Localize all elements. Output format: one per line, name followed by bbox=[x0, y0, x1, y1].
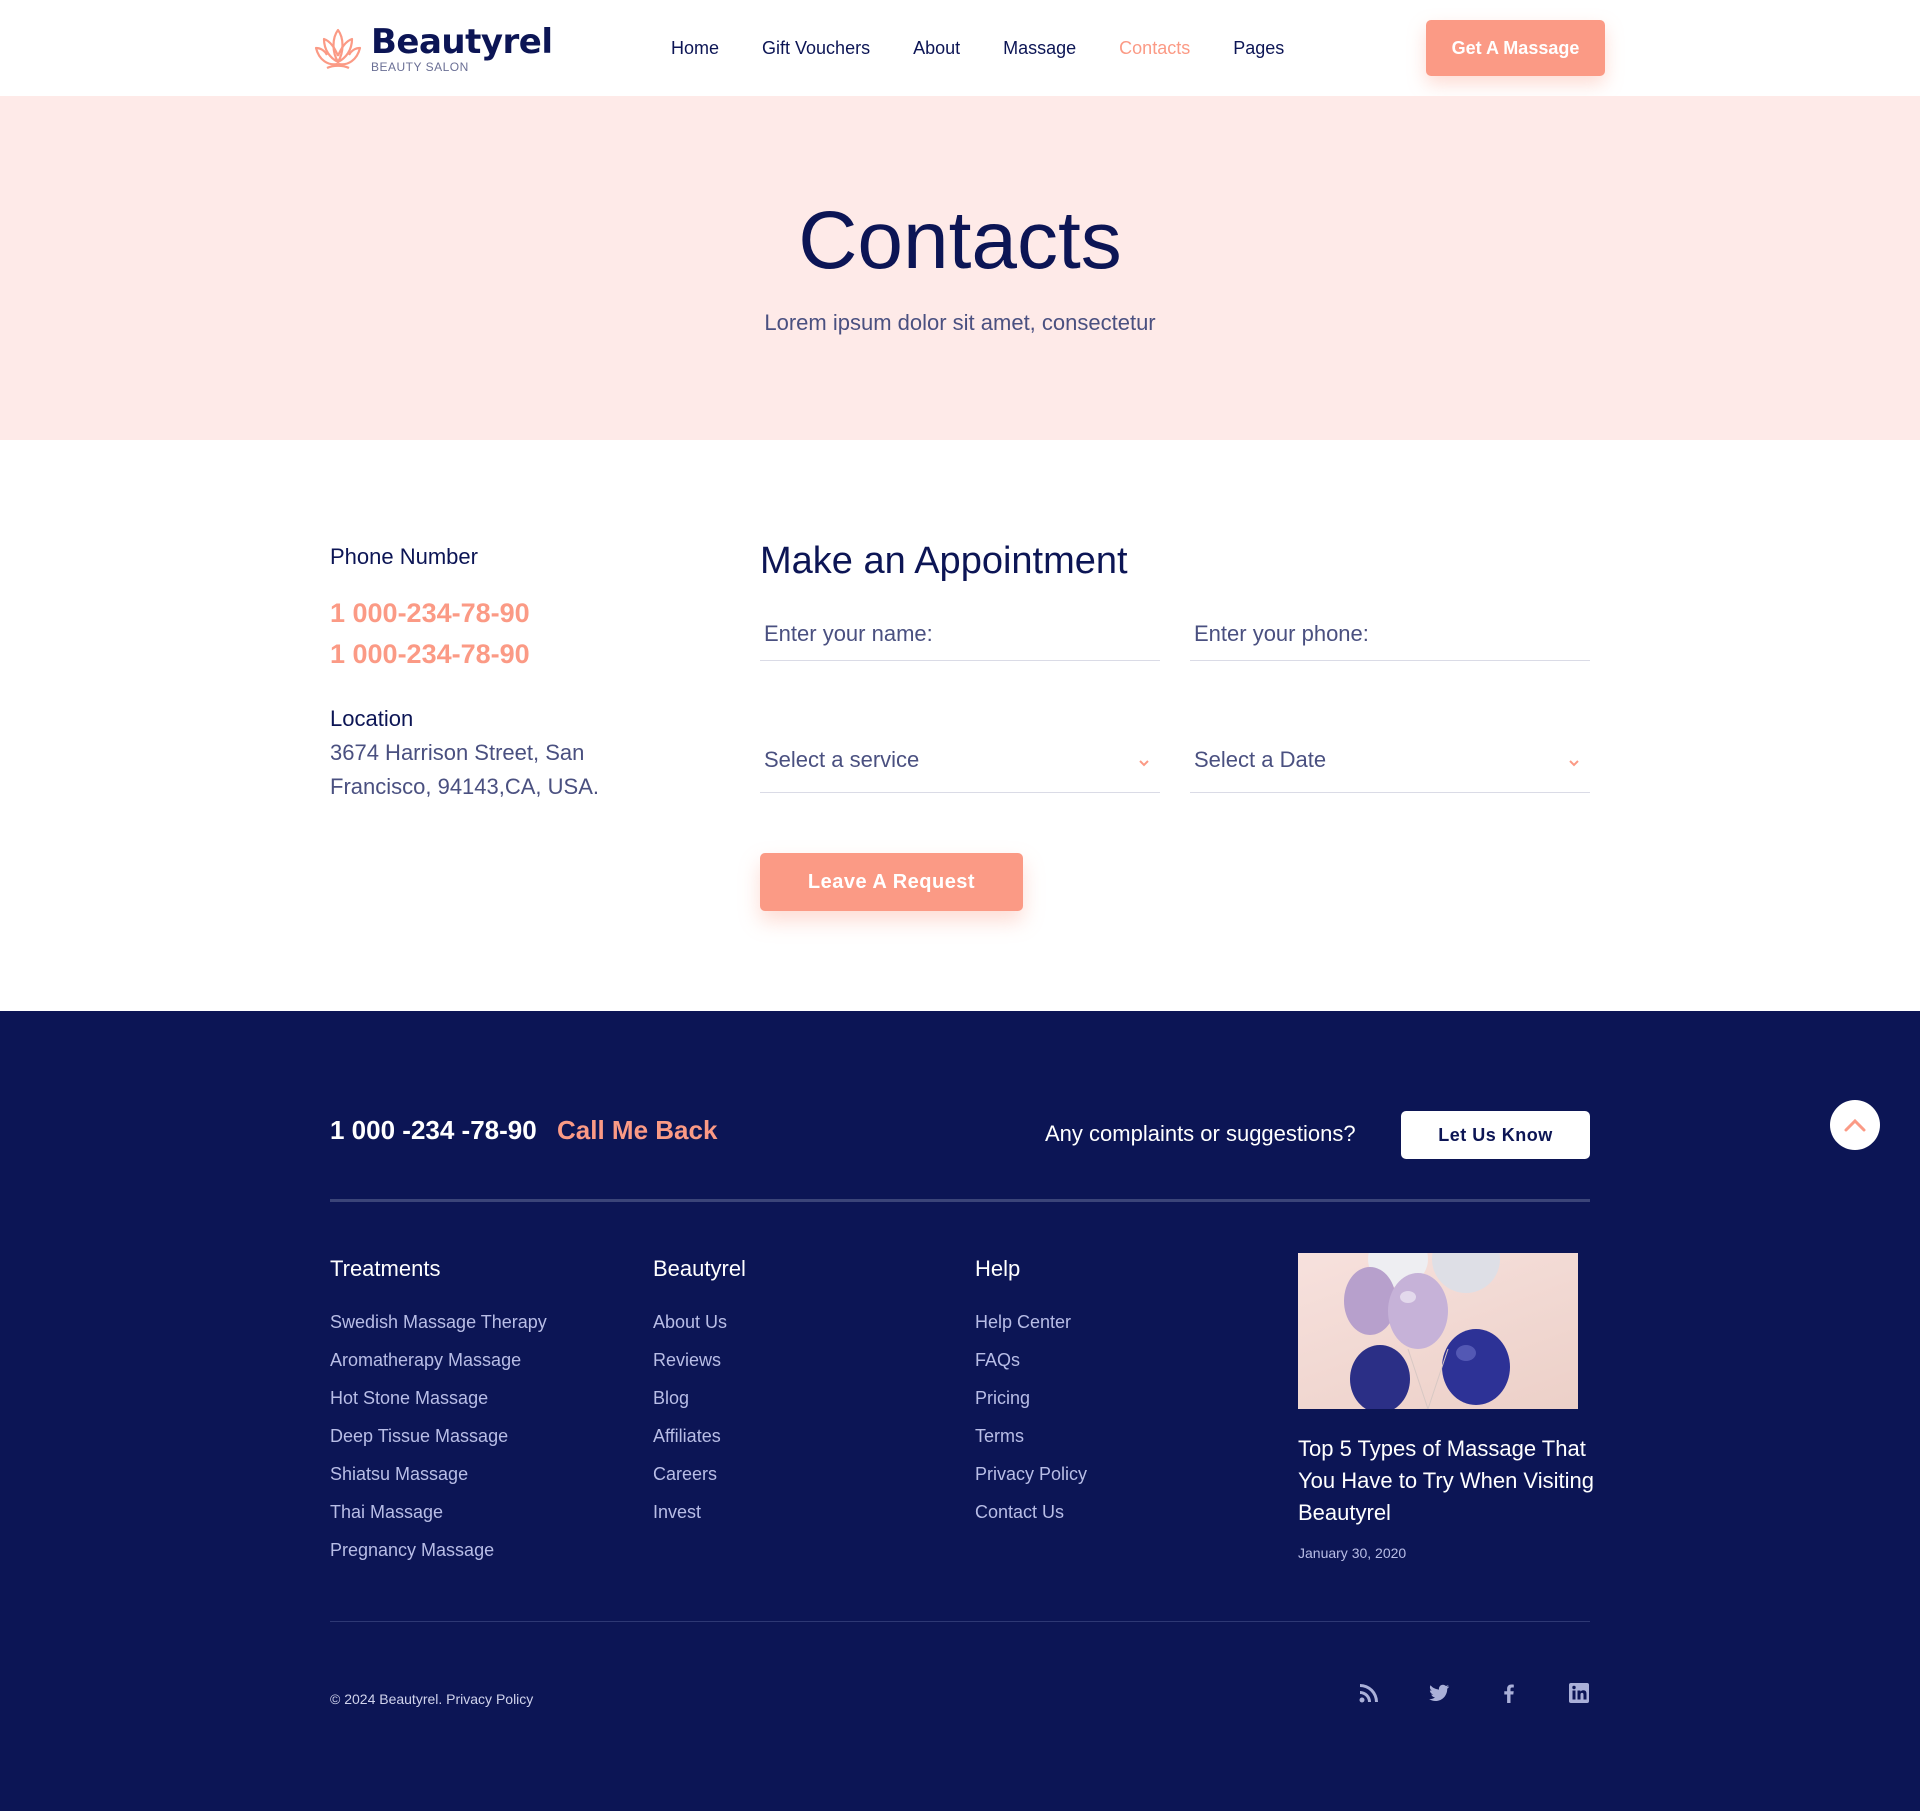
address-line-2: Francisco, 94143,CA, USA. bbox=[330, 774, 600, 799]
linkedin-icon[interactable] bbox=[1567, 1681, 1591, 1705]
rss-icon[interactable] bbox=[1357, 1681, 1381, 1705]
footer-link[interactable]: Careers bbox=[653, 1463, 746, 1501]
blog-post-date: January 30, 2020 bbox=[1298, 1545, 1407, 1561]
complaints-text: Any complaints or suggestions? bbox=[1045, 1121, 1356, 1146]
footer-link[interactable]: Blog bbox=[653, 1387, 746, 1425]
footer-link[interactable]: Shiatsu Massage bbox=[330, 1463, 547, 1501]
footer-link[interactable]: Deep Tissue Massage bbox=[330, 1425, 547, 1463]
contact-info: Phone Number 1 000-234-78-90 1 000-234-7… bbox=[330, 544, 660, 804]
footer-column-help: Help Help Center FAQs Pricing Terms Priv… bbox=[975, 1256, 1087, 1539]
footer-link[interactable]: FAQs bbox=[975, 1349, 1087, 1387]
footer-column-beautyrel: Beautyrel About Us Reviews Blog Affiliat… bbox=[653, 1256, 746, 1539]
location-label: Location bbox=[330, 706, 414, 731]
footer-link[interactable]: Contact Us bbox=[975, 1501, 1087, 1539]
footer-link[interactable]: Help Center bbox=[975, 1311, 1087, 1349]
service-select[interactable]: Select a service bbox=[760, 723, 1160, 793]
service-select-value: Select a service bbox=[764, 747, 920, 772]
phone-field-wrapper bbox=[1190, 607, 1590, 661]
footer-column-title: Help bbox=[975, 1256, 1021, 1281]
main-nav: Home Gift Vouchers About Massage Contact… bbox=[671, 38, 1284, 59]
nav-pages[interactable]: Pages bbox=[1233, 38, 1284, 59]
date-select-value: Select a Date bbox=[1194, 747, 1327, 772]
scroll-to-top-button[interactable] bbox=[1830, 1100, 1880, 1150]
phone-link-1[interactable]: 1 000-234-78-90 bbox=[330, 598, 660, 629]
site-footer: 1 000 -234 -78-90 Call Me Back Any compl… bbox=[0, 1011, 1920, 1811]
footer-link[interactable]: Invest bbox=[653, 1501, 746, 1539]
name-field-wrapper bbox=[760, 607, 1160, 661]
page-hero: Contacts Lorem ipsum dolor sit amet, con… bbox=[0, 96, 1920, 440]
call-me-back-link[interactable]: Call Me Back bbox=[557, 1115, 717, 1146]
footer-bottom-divider bbox=[330, 1621, 1590, 1622]
balloons-illustration bbox=[1344, 1253, 1510, 1409]
chevron-down-icon bbox=[1139, 760, 1149, 767]
chevron-up-icon bbox=[1844, 1118, 1866, 1132]
blog-post-title[interactable]: Top 5 Types of Massage That You Have to … bbox=[1298, 1433, 1598, 1529]
footer-link[interactable]: Hot Stone Massage bbox=[330, 1387, 547, 1425]
nav-massage[interactable]: Massage bbox=[1003, 38, 1076, 59]
footer-link[interactable]: Pregnancy Massage bbox=[330, 1539, 547, 1577]
social-links bbox=[1357, 1681, 1591, 1705]
nav-gift-vouchers[interactable]: Gift Vouchers bbox=[762, 38, 870, 59]
footer-link[interactable]: Terms bbox=[975, 1425, 1087, 1463]
footer-link[interactable]: About Us bbox=[653, 1311, 746, 1349]
facebook-icon[interactable] bbox=[1497, 1681, 1521, 1705]
twitter-icon[interactable] bbox=[1427, 1681, 1451, 1705]
logo[interactable]: Beautyrel BEAUTY SALON bbox=[313, 24, 553, 74]
date-select[interactable]: Select a Date bbox=[1190, 723, 1590, 793]
site-header: Beautyrel BEAUTY SALON Home Gift Voucher… bbox=[0, 0, 1920, 96]
address: 3674 Harrison Street, San Francisco, 941… bbox=[330, 736, 660, 804]
footer-link[interactable]: Reviews bbox=[653, 1349, 746, 1387]
footer-column-title: Beautyrel bbox=[653, 1256, 746, 1281]
let-us-know-button[interactable]: Let Us Know bbox=[1401, 1111, 1590, 1159]
footer-column-treatments: Treatments Swedish Massage Therapy Aroma… bbox=[330, 1256, 547, 1577]
brand-name: Beautyrel bbox=[371, 22, 553, 62]
brand-tagline: BEAUTY SALON bbox=[371, 60, 469, 74]
footer-phone[interactable]: 1 000 -234 -78-90 bbox=[330, 1115, 537, 1146]
footer-link[interactable]: Swedish Massage Therapy bbox=[330, 1311, 547, 1349]
nav-about[interactable]: About bbox=[913, 38, 960, 59]
footer-link[interactable]: Thai Massage bbox=[330, 1501, 547, 1539]
footer-link[interactable]: Affiliates bbox=[653, 1425, 746, 1463]
chevron-down-icon bbox=[1569, 760, 1579, 767]
footer-link[interactable]: Aromatherapy Massage bbox=[330, 1349, 547, 1387]
footer-link[interactable]: Pricing bbox=[975, 1387, 1087, 1425]
copyright: © 2024 Beautyrel. Privacy Policy bbox=[330, 1691, 534, 1707]
get-a-massage-button[interactable]: Get A Massage bbox=[1426, 20, 1605, 76]
leave-a-request-button[interactable]: Leave A Request bbox=[760, 853, 1023, 911]
phone-label: Phone Number bbox=[330, 544, 478, 569]
nav-home[interactable]: Home bbox=[671, 38, 719, 59]
phone-link-2[interactable]: 1 000-234-78-90 bbox=[330, 639, 660, 670]
appointment-form-title: Make an Appointment bbox=[760, 540, 1128, 582]
name-input[interactable] bbox=[760, 607, 1160, 660]
balloons-image[interactable] bbox=[1298, 1253, 1578, 1409]
nav-contacts[interactable]: Contacts bbox=[1119, 38, 1190, 59]
address-line-1: 3674 Harrison Street, San bbox=[330, 740, 585, 765]
footer-divider bbox=[330, 1199, 1590, 1202]
page-title: Contacts bbox=[798, 195, 1122, 286]
lotus-logo-icon bbox=[314, 28, 362, 70]
page-subtitle: Lorem ipsum dolor sit amet, consectetur bbox=[764, 310, 1156, 335]
footer-link[interactable]: Privacy Policy bbox=[975, 1463, 1087, 1501]
phone-input[interactable] bbox=[1190, 607, 1590, 660]
footer-column-title: Treatments bbox=[330, 1256, 441, 1281]
